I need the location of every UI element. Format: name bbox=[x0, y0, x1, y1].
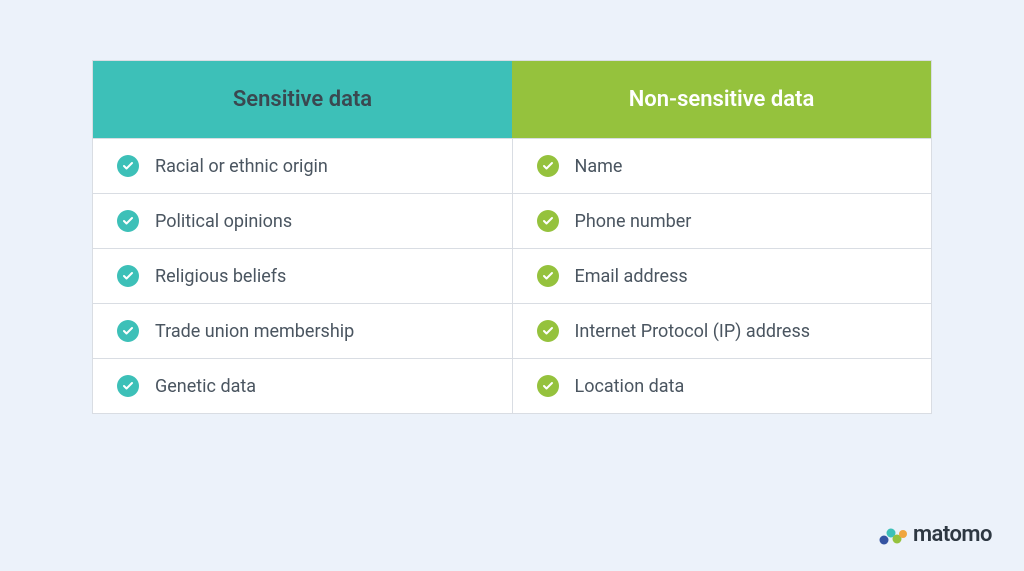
check-icon bbox=[117, 210, 139, 232]
header-sensitive: Sensitive data bbox=[93, 61, 512, 138]
nonsensitive-cell: Phone number bbox=[513, 194, 932, 248]
sensitive-cell: Trade union membership bbox=[93, 304, 513, 358]
check-icon bbox=[537, 155, 559, 177]
check-icon bbox=[117, 320, 139, 342]
sensitive-cell: Genetic data bbox=[93, 359, 513, 413]
header-nonsensitive-label: Non-sensitive data bbox=[629, 87, 815, 112]
nonsensitive-cell: Email address bbox=[513, 249, 932, 303]
table-row: Racial or ethnic origin Name bbox=[93, 138, 931, 193]
item-text: Phone number bbox=[575, 211, 692, 232]
data-comparison-table: Sensitive data Non-sensitive data Racial… bbox=[92, 60, 932, 414]
matomo-logo: matomo bbox=[879, 522, 992, 547]
table-row: Religious beliefs Email address bbox=[93, 248, 931, 303]
item-text: Name bbox=[575, 156, 623, 177]
item-text: Location data bbox=[575, 376, 685, 397]
header-sensitive-label: Sensitive data bbox=[233, 87, 372, 112]
header-nonsensitive: Non-sensitive data bbox=[512, 61, 931, 138]
sensitive-cell: Political opinions bbox=[93, 194, 513, 248]
check-icon bbox=[117, 155, 139, 177]
item-text: Email address bbox=[575, 266, 688, 287]
check-icon bbox=[117, 265, 139, 287]
nonsensitive-cell: Name bbox=[513, 139, 932, 193]
logo-mark-icon bbox=[879, 525, 907, 545]
check-icon bbox=[537, 375, 559, 397]
sensitive-cell: Racial or ethnic origin bbox=[93, 139, 513, 193]
item-text: Religious beliefs bbox=[155, 266, 286, 287]
table-row: Genetic data Location data bbox=[93, 358, 931, 413]
logo-text: matomo bbox=[913, 522, 992, 547]
item-text: Political opinions bbox=[155, 211, 292, 232]
nonsensitive-cell: Location data bbox=[513, 359, 932, 413]
check-icon bbox=[537, 320, 559, 342]
check-icon bbox=[537, 265, 559, 287]
item-text: Genetic data bbox=[155, 376, 256, 397]
item-text: Racial or ethnic origin bbox=[155, 156, 328, 177]
table-header-row: Sensitive data Non-sensitive data bbox=[93, 61, 931, 138]
check-icon bbox=[537, 210, 559, 232]
table-row: Trade union membership Internet Protocol… bbox=[93, 303, 931, 358]
table-row: Political opinions Phone number bbox=[93, 193, 931, 248]
nonsensitive-cell: Internet Protocol (IP) address bbox=[513, 304, 932, 358]
item-text: Trade union membership bbox=[155, 321, 354, 342]
item-text: Internet Protocol (IP) address bbox=[575, 321, 811, 342]
sensitive-cell: Religious beliefs bbox=[93, 249, 513, 303]
check-icon bbox=[117, 375, 139, 397]
